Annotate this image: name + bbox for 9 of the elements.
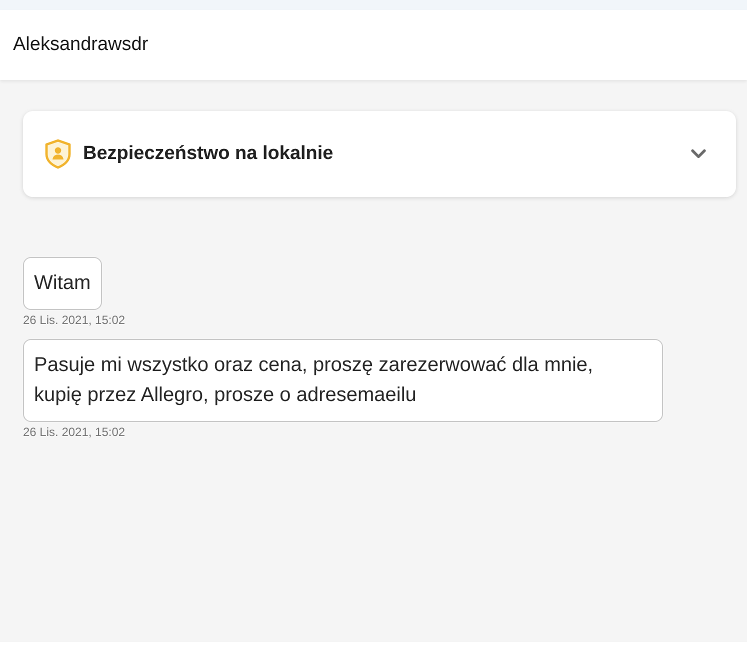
safety-panel-title: Bezpieczeństwo na lokalnie [83, 143, 334, 165]
message-bubble: Witam [23, 257, 102, 310]
message-time: 26 Lis. 2021, 15:02 [23, 425, 126, 439]
conversation-title: Aleksandrawsdr [13, 34, 148, 56]
shield-person-icon [45, 139, 71, 169]
message-time: 26 Lis. 2021, 15:02 [23, 313, 126, 327]
chevron-icon[interactable] [691, 149, 706, 159]
safety-panel[interactable]: Bezpieczeństwo na lokalnie [23, 111, 736, 197]
message-bubble: Pasuje mi wszystko oraz cena, proszę zarezerwować dla mnie, kupię przez Allegro, prosze o adresemaeilu [23, 339, 663, 422]
